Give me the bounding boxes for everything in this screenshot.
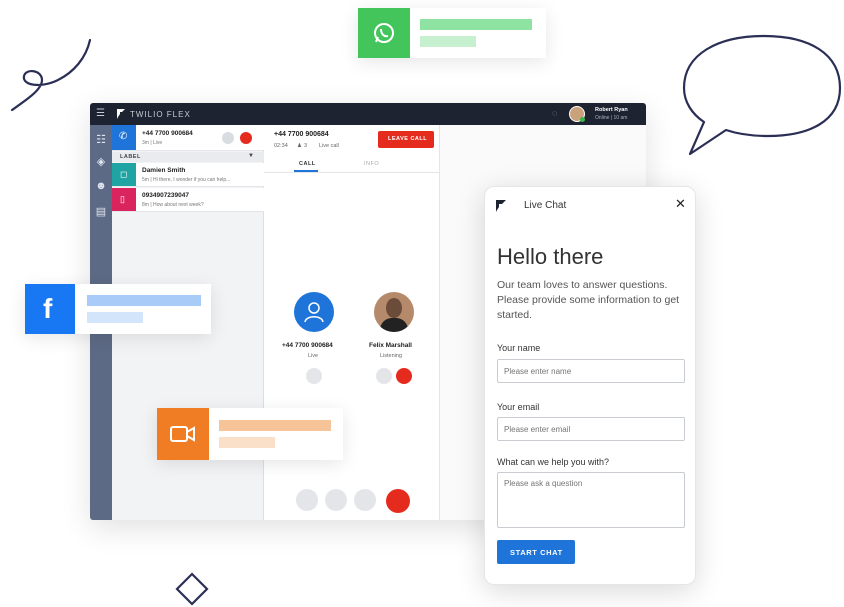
participant-name: +44 7700 900684 xyxy=(282,342,333,349)
participant-count: 3 xyxy=(304,143,308,149)
dialpad-icon[interactable] xyxy=(354,489,376,511)
video-camera-icon xyxy=(170,426,195,442)
intro-text: Our team loves to answer questions. Plea… xyxy=(497,279,680,321)
notification-icon[interactable]: ◌ xyxy=(552,108,557,118)
question-field[interactable] xyxy=(497,472,685,528)
participant-name: Felix Marshall xyxy=(369,342,412,349)
mute-icon[interactable] xyxy=(296,489,318,511)
participant-status: Live xyxy=(308,353,319,359)
facebook-bar-1 xyxy=(87,295,201,306)
task-item[interactable]: ▯ 0934907239047 8m | How about next week… xyxy=(112,188,264,212)
tab-info[interactable]: INFO xyxy=(364,161,379,167)
name-label: Your name xyxy=(497,343,541,353)
task-dialpad-button[interactable] xyxy=(222,132,234,144)
squiggle-doodle xyxy=(10,38,92,112)
name-field[interactable] xyxy=(497,359,685,383)
task-title: +44 7700 900684 xyxy=(142,130,193,137)
video-bar-2 xyxy=(219,437,275,448)
felix-shirt xyxy=(380,318,408,332)
leave-call-label: LEAVE CALL xyxy=(388,136,428,142)
call-panel: +44 7700 900684 02:34 ♟ 3 Live call LEAV… xyxy=(264,125,440,520)
live-chat-widget: Live Chat ✕ Hello there Our team loves t… xyxy=(484,186,696,585)
participant-hold-button[interactable] xyxy=(306,368,322,384)
call-number: +44 7700 900684 xyxy=(274,131,329,138)
participant-hold-button[interactable] xyxy=(376,368,392,384)
nav-layers-icon[interactable]: ◈ xyxy=(94,155,108,169)
chevron-down-icon[interactable]: ▼ xyxy=(248,153,254,159)
task-title: 0934907239047 xyxy=(142,192,189,199)
flex-logo-icon xyxy=(117,109,125,119)
title-bar: ☰ TWILIO FLEX ◌ Robert Ryan Online | 10 … xyxy=(90,103,646,125)
task-item[interactable]: ◻ Damien Smith 5m | Hi there, I wonder i… xyxy=(112,163,264,187)
sms-icon: ▯ xyxy=(120,194,125,204)
video-bar-1 xyxy=(219,420,331,431)
whatsapp-tile xyxy=(358,8,410,58)
whatsapp-bar-1 xyxy=(420,19,532,30)
task-hangup-button[interactable] xyxy=(240,132,252,144)
participant-count-icon: ♟ xyxy=(297,143,302,149)
greeting: Hello there xyxy=(497,244,604,269)
whatsapp-bar-2 xyxy=(420,36,476,47)
task-sub: 8m | How about next week? xyxy=(142,202,204,208)
live-chat-title: Live Chat xyxy=(524,200,567,211)
felix-face xyxy=(386,298,402,318)
app-title: TWILIO FLEX xyxy=(130,110,191,119)
presence-dot xyxy=(580,117,585,122)
felix-avatar xyxy=(374,292,414,332)
task-sub: 5m | Hi there, I wonder if you can help.… xyxy=(142,177,231,183)
task-item-active[interactable]: ✆ +44 7700 900684 3m | Live xyxy=(112,125,264,151)
nav-teams-icon[interactable]: ☻ xyxy=(94,179,108,193)
caller-avatar xyxy=(294,292,334,332)
call-status: Live call xyxy=(319,143,339,149)
filter-bar[interactable]: LABEL ▼ xyxy=(112,152,264,162)
menu-icon[interactable]: ☰ xyxy=(96,108,105,120)
speech-bubble-icon xyxy=(682,34,842,156)
whatsapp-icon xyxy=(374,23,394,43)
email-label: Your email xyxy=(497,402,540,412)
task-sub: 3m | Live xyxy=(142,140,163,146)
user-status[interactable]: Online | 10 am xyxy=(595,115,627,121)
facebook-icon: f xyxy=(43,293,53,324)
flex-logo-icon xyxy=(496,200,506,212)
whatsapp-card xyxy=(358,8,546,58)
transfer-icon[interactable] xyxy=(325,489,347,511)
chat-icon: ◻ xyxy=(120,169,128,179)
tabs-divider xyxy=(264,172,440,173)
start-chat-button[interactable]: START CHAT xyxy=(497,540,575,564)
tab-call[interactable]: CALL xyxy=(299,161,316,167)
task-title: Damien Smith xyxy=(142,167,186,174)
start-chat-label: START CHAT xyxy=(510,548,563,557)
filter-label: LABEL xyxy=(120,154,141,160)
person-icon xyxy=(304,302,324,323)
question-label: What can we help you with? xyxy=(497,457,610,467)
facebook-tile: f xyxy=(25,284,75,334)
diamond-doodle xyxy=(175,572,209,606)
email-field[interactable] xyxy=(497,417,685,441)
video-card xyxy=(157,408,343,460)
video-tile xyxy=(157,408,209,460)
hangup-icon[interactable] xyxy=(386,489,410,513)
facebook-card: f xyxy=(25,284,211,334)
close-icon[interactable]: ✕ xyxy=(675,197,686,211)
call-duration: 02:34 xyxy=(274,143,288,149)
phone-icon: ✆ xyxy=(119,131,128,142)
user-name: Robert Ryan xyxy=(595,107,628,113)
leave-call-button[interactable]: LEAVE CALL xyxy=(378,131,434,148)
nav-tasks-icon[interactable]: ☷ xyxy=(94,133,108,147)
participant-remove-button[interactable] xyxy=(396,368,412,384)
nav-reports-icon[interactable]: ▤ xyxy=(94,205,108,219)
facebook-bar-2 xyxy=(87,312,143,323)
participant-status: Listening xyxy=(380,353,403,359)
